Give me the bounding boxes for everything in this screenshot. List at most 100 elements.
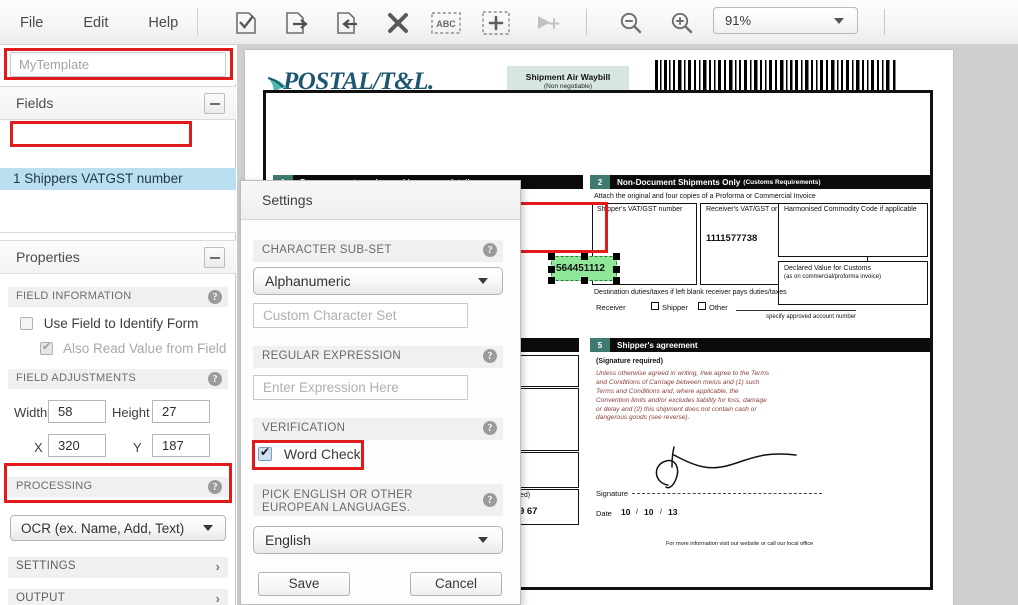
- zoom-level-select[interactable]: 91%: [713, 7, 858, 34]
- regular-expression-input[interactable]: Enter Expression Here: [253, 375, 468, 400]
- settings-dialog-titlebar: Settings: [241, 181, 520, 220]
- selected-ocr-field[interactable]: 564451112: [551, 256, 617, 281]
- declared-value-label: Declared Value for Customs: [784, 265, 924, 274]
- resize-handle-e[interactable]: [613, 266, 620, 273]
- section-2-subtitle: (Customs Requirements): [743, 179, 820, 186]
- minus-icon[interactable]: [204, 247, 225, 268]
- resize-handle-se[interactable]: [613, 277, 620, 284]
- zoom-in-icon: [669, 11, 695, 35]
- accordion-settings-label: SETTINGS: [16, 560, 76, 572]
- also-read-value-checkbox[interactable]: Also Read Value from Field: [40, 341, 226, 356]
- character-subset-select[interactable]: Alphanumeric: [253, 267, 503, 295]
- document-export-icon: [285, 11, 309, 35]
- field-list-item-label: 1 Shippers VATGST number: [13, 171, 183, 186]
- add-field-icon: [482, 11, 510, 35]
- date-sep-1: /: [636, 509, 638, 518]
- resize-handle-s[interactable]: [581, 277, 588, 284]
- language-select[interactable]: English: [253, 526, 503, 554]
- help-icon[interactable]: ?: [483, 421, 497, 435]
- help-icon[interactable]: ?: [208, 290, 222, 304]
- field-information-header: FIELD INFORMATION ?: [8, 287, 228, 307]
- x-input[interactable]: 320: [48, 434, 106, 457]
- chevron-right-icon: ›: [216, 559, 220, 574]
- resize-handle-ne[interactable]: [613, 253, 620, 260]
- duties-shipper-label: Shipper: [662, 303, 688, 312]
- shipper-checkbox[interactable]: [651, 302, 659, 310]
- duties-note: Destination duties/taxes if left blank r…: [594, 289, 884, 298]
- template-name-input[interactable]: MyTemplate: [10, 52, 226, 77]
- toolbar-text-zone-button[interactable]: ABC: [429, 8, 463, 38]
- processing-label: PROCESSING: [16, 480, 92, 492]
- y-input[interactable]: 187: [152, 434, 210, 457]
- checkbox-box: [20, 317, 33, 330]
- zoom-out-icon: [618, 11, 644, 35]
- accordion-output-label: OUTPUT: [16, 592, 65, 604]
- shipper-vat-label: Shipper's VAT/GST number: [597, 206, 697, 215]
- use-field-to-identify-form-checkbox[interactable]: Use Field to Identify Form: [20, 316, 198, 331]
- document-check-icon: [235, 11, 257, 35]
- accordion-settings[interactable]: SETTINGS ›: [8, 557, 228, 578]
- run-add-icon: [534, 12, 560, 34]
- date-day: 10: [621, 507, 630, 517]
- help-icon[interactable]: ?: [208, 480, 222, 494]
- properties-section-header[interactable]: Properties: [0, 240, 236, 274]
- chevron-right-icon: ›: [216, 591, 220, 605]
- svg-text:ABC: ABC: [436, 19, 456, 29]
- date-sep-2: /: [660, 509, 662, 518]
- toolbar-add-field-button[interactable]: [479, 8, 513, 38]
- character-subset-header: CHARACTER SUB-SET ?: [253, 240, 503, 262]
- toolbar-zoom-out-button[interactable]: [614, 8, 648, 38]
- save-button[interactable]: Save: [258, 572, 350, 596]
- cancel-button[interactable]: Cancel: [410, 572, 502, 596]
- accordion-output[interactable]: OUTPUT ›: [8, 589, 228, 605]
- menu-toolbar: File Edit Help: [0, 0, 1018, 45]
- resize-handle-n[interactable]: [581, 253, 588, 260]
- resize-handle-w[interactable]: [548, 266, 555, 273]
- section-2-number: 2: [590, 175, 610, 189]
- toolbar-import-button[interactable]: [331, 8, 365, 38]
- help-icon[interactable]: ?: [483, 349, 497, 363]
- field-list-item-1[interactable]: 1 Shippers VATGST number: [0, 168, 236, 190]
- date-month: 10: [644, 507, 653, 517]
- duties-receiver-label: Receiver: [596, 303, 626, 312]
- regular-expression-label: REGULAR EXPRESSION: [262, 350, 401, 362]
- section-2-header: 2 Non-Document Shipments Only (Customs R…: [590, 175, 930, 189]
- toolbar-validate-button[interactable]: [229, 8, 263, 38]
- menu-edit[interactable]: Edit: [69, 11, 122, 35]
- minus-icon[interactable]: [204, 93, 225, 114]
- field-adjustments-header: FIELD ADJUSTMENTS ?: [8, 369, 228, 389]
- section-5-title: Shipper's agreement: [617, 341, 698, 350]
- field-list-empty-area: [0, 190, 236, 233]
- use-field-to-identify-form-label: Use Field to Identify Form: [44, 316, 199, 331]
- menu-help[interactable]: Help: [134, 11, 192, 35]
- toolbar-divider-1: [586, 9, 587, 35]
- help-icon[interactable]: ?: [483, 493, 497, 507]
- language-header: PICK ENGLISH OR OTHER EUROPEAN LANGUAGES…: [253, 484, 503, 516]
- resize-handle-nw[interactable]: [548, 253, 555, 260]
- toolbar-export-button[interactable]: [280, 8, 314, 38]
- fields-section-title: Fields: [16, 95, 53, 111]
- processing-type-select[interactable]: OCR (ex. Name, Add, Text): [10, 515, 226, 541]
- other-checkbox[interactable]: [698, 302, 706, 310]
- processing-type-value: OCR (ex. Name, Add, Text): [11, 521, 203, 536]
- signature-required-note: (Signature required): [596, 358, 663, 367]
- section-2-note: Attach the original and four copies of a…: [594, 193, 924, 202]
- toolbar-run-button[interactable]: [530, 8, 564, 38]
- menu-file[interactable]: File: [6, 11, 57, 35]
- fields-section-header[interactable]: Fields: [0, 86, 236, 120]
- custom-character-set-input[interactable]: Custom Character Set: [253, 303, 468, 328]
- resize-handle-sw[interactable]: [548, 277, 555, 284]
- help-icon[interactable]: ?: [208, 372, 222, 386]
- height-input[interactable]: 27: [152, 400, 210, 423]
- help-icon[interactable]: ?: [483, 243, 497, 257]
- width-input[interactable]: 58: [48, 400, 106, 423]
- footer-note: For more information visit our website o…: [666, 541, 813, 548]
- regular-expression-header: REGULAR EXPRESSION ?: [253, 346, 503, 368]
- toolbar-delete-button[interactable]: [381, 8, 415, 38]
- signature-label: Signature: [596, 489, 628, 498]
- word-check-checkbox[interactable]: Word Check: [258, 446, 361, 462]
- date-year: 13: [668, 507, 677, 517]
- signature-mark: [646, 445, 836, 496]
- toolbar-zoom-in-button[interactable]: [665, 8, 699, 38]
- chevron-down-icon: [478, 278, 488, 284]
